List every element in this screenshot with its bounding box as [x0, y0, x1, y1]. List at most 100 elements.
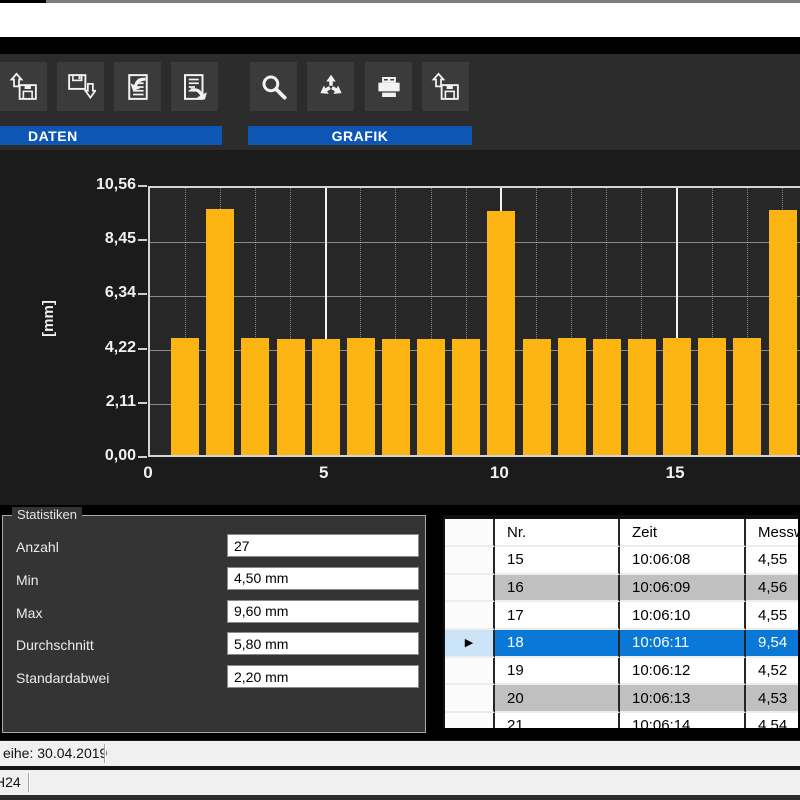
column-header-zeit[interactable]: Zeit [620, 519, 746, 547]
separator-bar [0, 37, 800, 54]
x-tick-label: 10 [490, 463, 509, 483]
chart-bar [769, 210, 797, 455]
column-header-nr[interactable]: Nr. [495, 519, 620, 547]
doc-export-icon [180, 72, 210, 102]
chart-bar [241, 338, 269, 455]
gridline-horizontal [150, 296, 800, 297]
table-row[interactable]: 2110:06:144,54 [445, 713, 800, 730]
chart-bar [347, 338, 375, 455]
table-row[interactable]: 2010:06:134,53 [445, 685, 800, 713]
cell-messwert[interactable]: 4,55 [746, 602, 800, 630]
y-tick-label: 8,45 [56, 230, 136, 248]
cell-messwert[interactable]: 4,55 [746, 547, 800, 575]
table-header-row: Nr.ZeitMesswert [445, 519, 800, 547]
printer-button[interactable] [365, 62, 412, 111]
floppy-load-icon [9, 72, 39, 102]
floppy-save-button[interactable] [57, 62, 104, 111]
chart-bar [312, 339, 340, 455]
row-header-cell[interactable] [445, 685, 495, 713]
bottom-section: Statistiken AnzahlMinMaxDurchschnittStan… [0, 505, 800, 740]
chart-plot-area [148, 186, 800, 457]
cell-messwert[interactable]: 4,52 [746, 658, 800, 686]
measurements-table[interactable]: Nr.ZeitMesswert1510:06:084,551610:06:094… [441, 513, 800, 730]
statusbar-device-id: H24 [0, 774, 21, 790]
statusbar-1: eihe: 30.04.2019 [0, 741, 800, 766]
stat-input-max[interactable] [227, 600, 419, 623]
chart-bar [277, 339, 305, 455]
cell-zeit[interactable]: 10:06:12 [620, 658, 746, 686]
stat-label-max: Max [16, 605, 42, 621]
cell-nr[interactable]: 20 [495, 685, 620, 713]
window-bottom-strip [0, 795, 800, 800]
table-row[interactable]: 1610:06:094,56 [445, 575, 800, 603]
statistics-groupbox-title: Statistiken [12, 507, 82, 522]
x-tick-label: 5 [319, 463, 328, 483]
table-row[interactable]: 1510:06:084,55 [445, 547, 800, 575]
cell-nr[interactable]: 15 [495, 547, 620, 575]
stat-label-anzahl: Anzahl [16, 539, 59, 555]
cell-nr[interactable]: 21 [495, 713, 620, 730]
cell-zeit[interactable]: 10:06:10 [620, 602, 746, 630]
column-header-messwert[interactable]: Messwert [746, 519, 800, 547]
chart-panel: [mm] 0,002,114,226,348,4510,56051015 [0, 150, 800, 505]
recycle-button[interactable] [307, 62, 354, 111]
toolbar-group-label: GRAFIK [332, 128, 389, 144]
y-axis-title: [mm] [40, 300, 57, 337]
row-header-cell[interactable] [445, 575, 495, 603]
doc-import-icon [123, 72, 153, 102]
y-tick-label: 0,00 [56, 447, 136, 465]
cell-messwert[interactable]: 4,53 [746, 685, 800, 713]
y-tick-label: 4,22 [56, 339, 136, 357]
y-tick-mark [138, 348, 147, 350]
stat-input-standardabwei[interactable] [227, 665, 419, 688]
row-header-cell[interactable] [445, 658, 495, 686]
toolbar-group-daten: DATEN [0, 126, 222, 145]
y-tick-label: 2,11 [56, 393, 136, 411]
floppy-export-button[interactable] [422, 62, 469, 111]
statusbar-separator [104, 744, 105, 763]
chart-bar [628, 339, 656, 455]
cell-zeit[interactable]: 10:06:14 [620, 713, 746, 730]
y-tick-label: 6,34 [56, 284, 136, 302]
cell-zeit[interactable]: 10:06:11 [620, 630, 746, 658]
cell-nr[interactable]: 17 [495, 602, 620, 630]
chart-bar [593, 339, 621, 455]
chart-bar [206, 209, 234, 455]
y-tick-mark [138, 239, 147, 241]
stat-input-anzahl[interactable] [227, 534, 419, 557]
cell-messwert[interactable]: 9,54 [746, 630, 800, 658]
cell-zeit[interactable]: 10:06:13 [620, 685, 746, 713]
table-row[interactable]: ▶1810:06:119,54 [445, 630, 800, 658]
cell-zeit[interactable]: 10:06:09 [620, 575, 746, 603]
stat-input-durchschnitt[interactable] [227, 632, 419, 655]
y-tick-mark [138, 293, 147, 295]
row-header-cell[interactable] [445, 602, 495, 630]
row-header-cell[interactable] [445, 547, 495, 575]
stat-label-durchschnitt: Durchschnitt [16, 637, 94, 653]
row-header-cell[interactable]: ▶ [445, 630, 495, 658]
cell-nr[interactable]: 19 [495, 658, 620, 686]
y-tick-mark [138, 402, 147, 404]
y-tick-label: 10,56 [56, 176, 136, 194]
cell-zeit[interactable]: 10:06:08 [620, 547, 746, 575]
table-row[interactable]: 1710:06:104,55 [445, 602, 800, 630]
magnifier-button[interactable] [250, 62, 297, 111]
gridline-horizontal [150, 242, 800, 243]
row-header-cell[interactable] [445, 713, 495, 730]
statistics-groupbox: Statistiken AnzahlMinMaxDurchschnittStan… [2, 515, 426, 733]
chart-bar [663, 338, 691, 455]
cell-messwert[interactable]: 4,56 [746, 575, 800, 603]
floppy-load-button[interactable] [0, 62, 47, 111]
x-tick-label: 15 [666, 463, 685, 483]
stat-input-min[interactable] [227, 567, 419, 590]
application-window: DATEN GRAFIK [mm] 0,00 2,11 4,22 6,34 8,45 10,… [0, 0, 800, 800]
chart-bar [171, 338, 199, 455]
cell-nr[interactable]: 16 [495, 575, 620, 603]
cell-messwert[interactable]: 4,54 [746, 713, 800, 730]
table-row[interactable]: 1910:06:124,52 [445, 658, 800, 686]
doc-import-button[interactable] [114, 62, 161, 111]
cell-nr[interactable]: 18 [495, 630, 620, 658]
doc-export-button[interactable] [171, 62, 218, 111]
chart-bar [733, 338, 761, 455]
chart-bar [698, 338, 726, 455]
